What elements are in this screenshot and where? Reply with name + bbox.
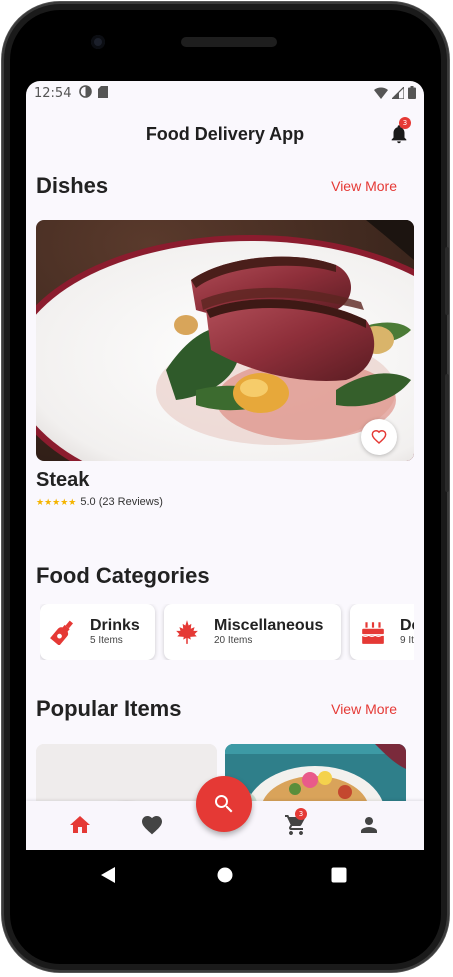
system-recents-button[interactable] — [331, 867, 347, 888]
front-camera — [91, 35, 105, 49]
system-home-button[interactable] — [216, 866, 234, 889]
status-icons — [374, 85, 416, 102]
app-screen: 12:54 Food Delivery App 3 Dishes View Mo… — [26, 81, 424, 850]
popular-view-more-link[interactable]: View More — [331, 701, 397, 717]
category-card-miscellaneous[interactable]: Miscellaneous 20 Items — [164, 604, 341, 660]
earpiece-speaker — [181, 37, 277, 47]
category-count: 20 Items — [214, 635, 253, 646]
search-fab-button[interactable] — [196, 776, 252, 832]
cake-icon — [361, 622, 384, 644]
volume-button — [445, 247, 449, 315]
dishes-heading: Dishes — [36, 173, 109, 198]
notifications-button[interactable]: 3 — [388, 117, 411, 145]
back-triangle-icon — [101, 867, 115, 883]
home-circle-icon — [217, 867, 233, 883]
favorite-button[interactable] — [361, 419, 397, 455]
power-button — [445, 374, 449, 492]
category-list: Drinks 5 Items Miscellaneous 20 Items D … — [40, 604, 414, 660]
category-name: Drinks — [90, 617, 140, 634]
system-back-button[interactable] — [101, 867, 117, 888]
signal-icon — [390, 85, 405, 102]
category-text-drinks: Drinks 5 Items — [90, 617, 140, 647]
status-time: 12:54 — [34, 85, 72, 101]
nav-home[interactable] — [68, 813, 92, 837]
heart-outline-icon — [371, 429, 387, 445]
rating-stars: ★★★★★ — [36, 496, 77, 507]
person-icon — [361, 817, 377, 833]
category-name: De — [400, 617, 414, 634]
status-bar: 12:54 — [26, 81, 424, 105]
notification-badge: 3 — [399, 117, 411, 129]
popular-items-heading: Popular Items — [36, 696, 182, 721]
sd-card-icon — [98, 85, 109, 101]
system-navigation-bar — [26, 850, 424, 900]
bottle-icon — [50, 620, 74, 645]
nav-cart[interactable]: 3 — [284, 808, 308, 837]
category-card-desserts[interactable]: De 9 It — [350, 604, 414, 660]
nav-favorites[interactable] — [140, 813, 164, 837]
rating-text: 5.0 (23 Reviews) — [80, 496, 163, 508]
category-text-miscellaneous: Miscellaneous 20 Items — [214, 617, 323, 647]
data-saver-icon — [79, 85, 93, 101]
dishes-view-more-link[interactable]: View More — [331, 178, 397, 194]
featured-dish-image[interactable] — [36, 220, 414, 461]
battery-icon — [408, 86, 416, 102]
app-bar: Food Delivery App 3 — [26, 109, 424, 159]
nav-profile[interactable] — [357, 813, 381, 837]
category-name: Miscellaneous — [214, 617, 324, 634]
cart-badge: 3 — [295, 808, 307, 820]
dish-name: Steak — [36, 469, 90, 491]
app-title: Food Delivery App — [145, 123, 305, 144]
category-count: 9 It — [400, 635, 414, 646]
category-count: 5 Items — [90, 635, 123, 646]
home-icon — [70, 816, 90, 833]
category-card-drinks[interactable]: Drinks 5 Items — [40, 604, 155, 660]
category-text-desserts: De 9 It — [400, 617, 414, 647]
recents-square-icon — [331, 867, 347, 883]
wifi-icon — [374, 86, 388, 102]
heart-icon — [142, 816, 162, 835]
leaf-icon — [176, 620, 198, 644]
steak-photo — [36, 220, 414, 461]
food-categories-heading: Food Categories — [36, 563, 210, 588]
search-icon — [215, 795, 233, 813]
dish-rating: ★★★★★ 5.0 (23 Reviews) — [36, 496, 163, 508]
